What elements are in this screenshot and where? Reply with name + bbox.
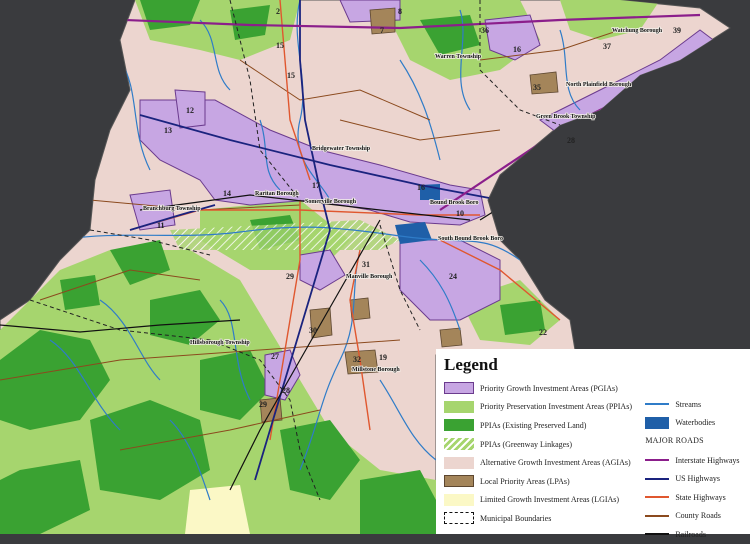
legend-item-lgia: Limited Growth Investment Areas (LGIAs): [444, 491, 645, 510]
legend-label: County Roads: [675, 511, 721, 521]
stream-line: [645, 399, 670, 409]
legend-label: Priority Preservation Investment Areas (…: [480, 402, 632, 412]
lpa-swatch: [444, 475, 474, 488]
route-marker: 35: [533, 83, 541, 92]
route-marker: 11: [157, 221, 165, 230]
route-marker: 39: [673, 26, 681, 35]
municipality-label: North Plainfield Borough: [566, 82, 632, 88]
route-marker: 14: [223, 189, 231, 198]
route-marker: 13: [164, 126, 172, 135]
route-marker: 7: [380, 26, 384, 35]
municipality-label: Somerville Borough: [305, 199, 357, 205]
route-marker: 31: [362, 260, 370, 269]
map-legend: Legend Priority Growth Investment Areas …: [436, 349, 750, 539]
municipality-label: Raritan Borough: [255, 191, 299, 197]
legend-label: Municipal Boundaries: [480, 513, 552, 523]
route-marker: 2: [276, 7, 280, 16]
route-marker: 15: [287, 71, 295, 80]
legend-item-state-highway: State Highways: [645, 488, 744, 507]
route-marker: 17: [312, 181, 320, 190]
municipality-label: Millstone Borough: [352, 367, 400, 373]
legend-label: Priority Growth Investment Areas (PGIAs): [480, 383, 618, 393]
route-marker: 19: [379, 353, 387, 362]
legend-label: US Highways: [675, 474, 720, 484]
legend-item-municipal: Municipal Boundaries: [444, 509, 645, 528]
route-marker: 16: [513, 45, 521, 54]
legend-item-waterbodies: Waterbodies: [645, 414, 744, 433]
legend-item-railroad: Railroads: [645, 525, 744, 544]
legend-label: Railroads: [675, 529, 706, 539]
route-marker: 28: [567, 136, 575, 145]
route-marker: 24: [449, 272, 457, 281]
route-marker: 32: [353, 355, 361, 364]
route-marker: 29: [259, 400, 267, 409]
legend-item-ppia: Priority Preservation Investment Areas (…: [444, 398, 645, 417]
municipality-label: Watchung Borough: [612, 28, 663, 34]
agia-swatch: [444, 456, 474, 469]
ppia-preserved-swatch: [444, 419, 474, 432]
route-marker: 36: [481, 26, 489, 35]
legend-item-agia: Alternative Growth Investment Areas (AGI…: [444, 453, 645, 472]
legend-item-streams: Streams: [645, 395, 744, 414]
route-marker: 22: [539, 328, 547, 337]
legend-label: PPIAs (Existing Preserved Land): [480, 420, 587, 430]
municipal-boundary-swatch: [444, 512, 474, 525]
us-highway-line: [645, 474, 670, 484]
legend-item-pgia: Priority Growth Investment Areas (PGIAs): [444, 379, 645, 398]
municipality-label: Hillsborough Township: [190, 340, 250, 346]
route-marker: 15: [276, 41, 284, 50]
ppia-greenway-swatch: [444, 438, 474, 451]
lgia-area: [185, 485, 250, 534]
interstate-line: [645, 455, 670, 465]
route-marker: 30: [309, 326, 317, 335]
legend-title: Legend: [444, 355, 498, 374]
legend-label: PPIAs (Greenway Linkages): [480, 439, 572, 449]
municipality-label: Branchburg Township: [143, 206, 201, 212]
route-marker: 16: [417, 183, 425, 192]
municipality-label: Bound Brook Boro: [430, 200, 478, 206]
route-marker: 37: [603, 42, 611, 51]
legend-item-county-road: County Roads: [645, 507, 744, 526]
route-marker: 28: [282, 386, 290, 395]
roads-heading: MAJOR ROADS: [645, 436, 704, 446]
legend-label: Local Priority Areas (LPAs): [480, 476, 570, 486]
legend-label: State Highways: [675, 492, 726, 502]
route-marker: 10: [456, 209, 464, 218]
county-road-line: [645, 511, 670, 521]
route-marker: 27: [271, 352, 279, 361]
legend-item-us-highway: US Highways: [645, 469, 744, 488]
waterbody-swatch: [645, 416, 670, 429]
pgia-swatch: [444, 382, 474, 395]
legend-item-ppia-preserved: PPIAs (Existing Preserved Land): [444, 416, 645, 435]
state-highway-line: [645, 492, 670, 502]
legend-item-ppia-greenway: PPIAs (Greenway Linkages): [444, 435, 645, 454]
legend-label: Limited Growth Investment Areas (LGIAs): [480, 495, 620, 505]
municipality-label: Manville Borough: [346, 274, 393, 280]
lgia-swatch: [444, 493, 474, 506]
route-marker: 29: [286, 272, 294, 281]
legend-item-interstate: Interstate Highways: [645, 451, 744, 470]
legend-label: Streams: [675, 399, 702, 409]
legend-item-lpa: Local Priority Areas (LPAs): [444, 472, 645, 491]
municipality-label: Warren Township: [435, 54, 482, 60]
legend-label: Interstate Highways: [675, 455, 740, 465]
municipality-label: Green Brook Township: [536, 114, 596, 120]
route-marker: 12: [186, 106, 194, 115]
legend-label: Waterbodies: [675, 418, 716, 428]
route-marker: 8: [398, 7, 402, 16]
ppia-swatch: [444, 400, 474, 413]
municipality-label: South Bound Brook Boro: [438, 236, 503, 242]
municipality-label: Bridgewater Township: [312, 146, 371, 152]
railroad-line: [645, 529, 670, 539]
legend-label: Alternative Growth Investment Areas (AGI…: [480, 458, 631, 468]
